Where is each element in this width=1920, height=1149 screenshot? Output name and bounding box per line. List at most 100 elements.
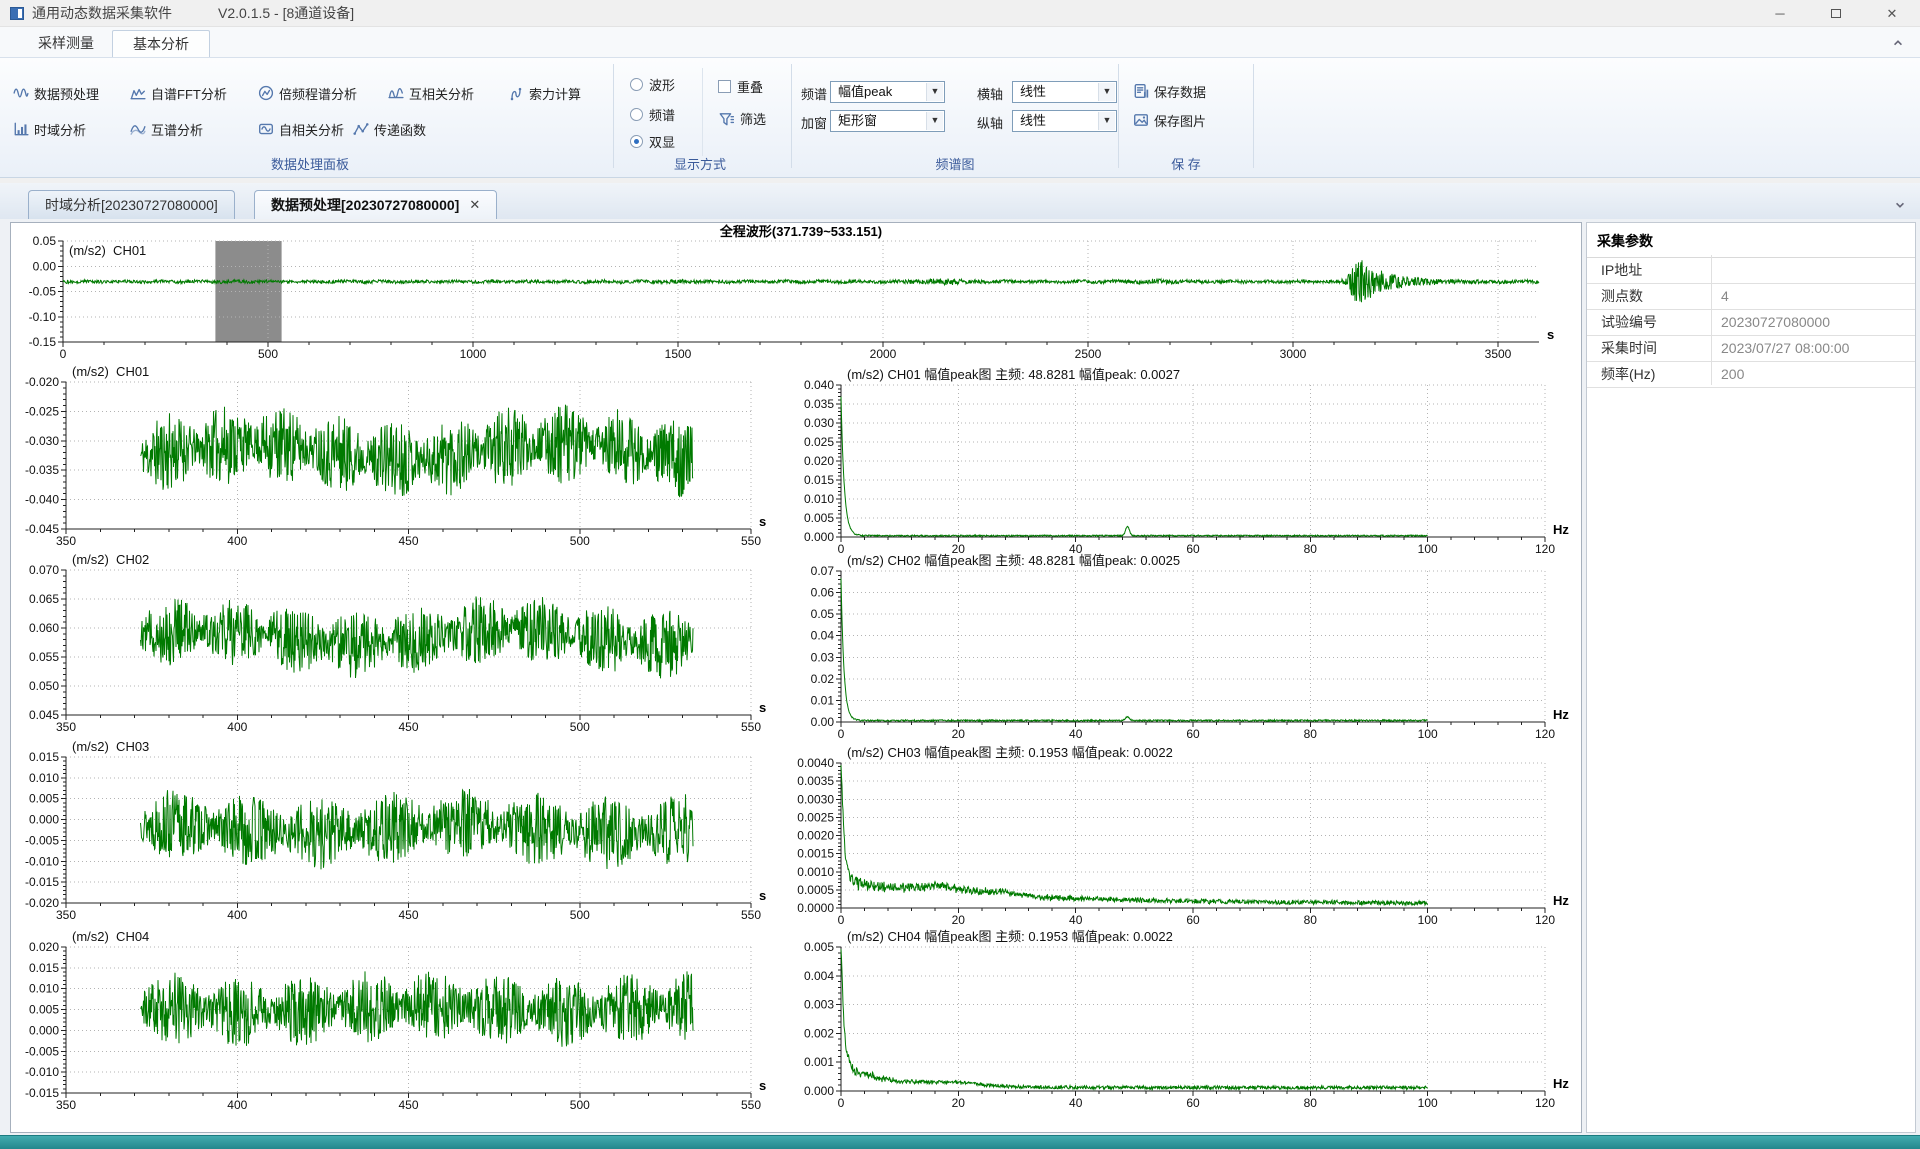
svg-text:100: 100 xyxy=(1418,727,1438,741)
svg-text:500: 500 xyxy=(570,908,590,922)
chart-panel[interactable]: 0.050.00-0.05-0.10-0.1505001000150020002… xyxy=(10,222,1582,1133)
svg-text:0.05: 0.05 xyxy=(33,234,57,248)
svg-text:s: s xyxy=(1547,327,1554,342)
svg-text:400: 400 xyxy=(227,720,247,734)
svg-text:60: 60 xyxy=(1186,913,1200,927)
svg-text:120: 120 xyxy=(1535,727,1555,741)
cable-force-icon xyxy=(508,85,524,101)
svg-text:400: 400 xyxy=(227,1098,247,1112)
filter-icon xyxy=(718,111,734,127)
chevron-up-icon[interactable] xyxy=(1890,35,1906,51)
svg-text:-0.015: -0.015 xyxy=(25,1086,59,1100)
svg-text:(m/s2) CH04: (m/s2) CH04 xyxy=(72,929,149,944)
close-icon[interactable]: ✕ xyxy=(469,191,480,219)
svg-text:-0.05: -0.05 xyxy=(29,285,57,299)
time-domain-button[interactable]: 时域分析 xyxy=(13,119,86,139)
y-axis-scale-select[interactable]: 线性▼ xyxy=(1012,110,1117,132)
svg-text:2500: 2500 xyxy=(1075,347,1102,361)
cross-spectrum-icon xyxy=(130,121,146,137)
svg-text:0.020: 0.020 xyxy=(29,940,59,954)
radio-waveform[interactable]: 波形 xyxy=(630,75,675,94)
group-label-spectrum: 频谱图 xyxy=(935,154,974,173)
svg-text:-0.015: -0.015 xyxy=(25,875,59,889)
radio-dual-display[interactable]: 双显 xyxy=(630,132,675,151)
svg-text:0.002: 0.002 xyxy=(804,1026,834,1040)
x-axis-scale-select[interactable]: 线性▼ xyxy=(1012,81,1117,103)
svg-text:60: 60 xyxy=(1186,727,1200,741)
time-domain-icon xyxy=(13,121,29,137)
preprocess-button[interactable]: 数据预处理 xyxy=(13,83,99,103)
auto-spectrum-fft-button[interactable]: 自谱FFT分析 xyxy=(130,83,227,103)
param-row-points: 测点数4 xyxy=(1587,284,1915,310)
spectrum-type-select[interactable]: 幅值peak▼ xyxy=(830,81,945,103)
svg-text:0.060: 0.060 xyxy=(29,621,59,635)
svg-text:100: 100 xyxy=(1418,542,1438,556)
window-version: V2.0.1.5 - [8通道设备] xyxy=(218,3,354,23)
svg-text:0.045: 0.045 xyxy=(29,708,59,722)
svg-text:450: 450 xyxy=(398,534,418,548)
svg-text:-0.045: -0.045 xyxy=(25,522,59,536)
doc-tab-time-analysis[interactable]: 时域分析[20230727080000] xyxy=(28,190,235,219)
svg-text:80: 80 xyxy=(1304,913,1318,927)
param-row-freq: 频率(Hz)200 xyxy=(1587,362,1915,388)
svg-text:0: 0 xyxy=(838,727,845,741)
svg-text:0.0040: 0.0040 xyxy=(797,756,834,770)
svg-text:0.0010: 0.0010 xyxy=(797,865,834,879)
doc-tab-preprocess[interactable]: 数据预处理[20230727080000] ✕ xyxy=(254,190,497,219)
svg-text:0.005: 0.005 xyxy=(804,511,834,525)
chevron-down-icon: ▼ xyxy=(926,112,943,130)
overlay-checkbox[interactable]: 重叠 xyxy=(718,77,763,96)
cable-force-button[interactable]: 索力计算 xyxy=(508,83,581,103)
chart-spec-ch02: 0.070.060.050.040.030.020.010.0002040608… xyxy=(811,553,1570,741)
minimize-button[interactable]: ─ xyxy=(1752,0,1808,27)
maximize-button[interactable] xyxy=(1808,0,1864,27)
svg-text:80: 80 xyxy=(1304,1096,1318,1110)
cross-spectrum-button[interactable]: 互谱分析 xyxy=(130,119,203,139)
svg-text:0.000: 0.000 xyxy=(29,1023,59,1037)
radio-icon xyxy=(630,78,643,91)
svg-text:-0.020: -0.020 xyxy=(25,375,59,389)
svg-text:-0.040: -0.040 xyxy=(25,493,59,507)
radio-spectrum[interactable]: 频谱 xyxy=(630,105,675,124)
svg-text:0.015: 0.015 xyxy=(29,961,59,975)
param-row-time: 采集时间2023/07/27 08:00:00 xyxy=(1587,336,1915,362)
params-column-divider xyxy=(1711,255,1712,385)
svg-text:350: 350 xyxy=(56,908,76,922)
save-data-button[interactable]: 保存数据 xyxy=(1133,81,1206,101)
svg-text:(m/s2) CH04 幅值peak图 主频: 0.1953: (m/s2) CH04 幅值peak图 主频: 0.1953 幅值peak: 0… xyxy=(847,929,1173,944)
svg-text:Hz: Hz xyxy=(1553,893,1569,908)
svg-text:2000: 2000 xyxy=(870,347,897,361)
svg-text:0.0030: 0.0030 xyxy=(797,792,834,806)
svg-text:20: 20 xyxy=(952,727,966,741)
spectrum-type-label: 频谱 xyxy=(801,84,827,103)
window-func-select[interactable]: 矩形窗▼ xyxy=(830,110,945,132)
svg-text:-0.020: -0.020 xyxy=(25,896,59,910)
cross-correlation-button[interactable]: 互相关分析 xyxy=(388,83,474,103)
close-button[interactable]: ✕ xyxy=(1864,0,1920,27)
title-bar: 通用动态数据采集软件 V2.0.1.5 - [8通道设备] ─ ✕ xyxy=(0,0,1920,27)
tab-basic-analysis[interactable]: 基本分析 xyxy=(112,30,210,57)
svg-text:500: 500 xyxy=(570,534,590,548)
svg-text:550: 550 xyxy=(741,908,761,922)
auto-correlation-button[interactable]: 自相关分析 xyxy=(258,119,344,139)
svg-text:Hz: Hz xyxy=(1553,707,1569,722)
group-label-processing: 数据处理面板 xyxy=(271,154,349,173)
svg-text:500: 500 xyxy=(570,720,590,734)
chart-spec-ch01: 0.0400.0350.0300.0250.0200.0150.0100.005… xyxy=(804,367,1569,556)
filter-button[interactable]: 筛选 xyxy=(718,109,766,128)
svg-text:s: s xyxy=(759,1078,766,1093)
svg-text:s: s xyxy=(759,888,766,903)
svg-text:40: 40 xyxy=(1069,913,1083,927)
group-label-display: 显示方式 xyxy=(674,154,726,173)
save-image-button[interactable]: 保存图片 xyxy=(1133,110,1206,130)
chart-spec-ch03: 0.00400.00350.00300.00250.00200.00150.00… xyxy=(797,745,1569,927)
svg-text:s: s xyxy=(759,514,766,529)
svg-text:350: 350 xyxy=(56,1098,76,1112)
svg-text:500: 500 xyxy=(258,347,278,361)
transfer-function-button[interactable]: 传递函数 xyxy=(353,119,426,139)
tab-list-icon[interactable] xyxy=(1892,197,1908,213)
tab-sampling[interactable]: 采样测量 xyxy=(18,30,114,57)
svg-text:(m/s2) CH02: (m/s2) CH02 xyxy=(72,552,149,567)
octave-spectrum-button[interactable]: 倍频程谱分析 xyxy=(258,83,357,103)
chart-time-ch04: 0.0200.0150.0100.0050.000-0.005-0.010-0.… xyxy=(25,929,766,1112)
